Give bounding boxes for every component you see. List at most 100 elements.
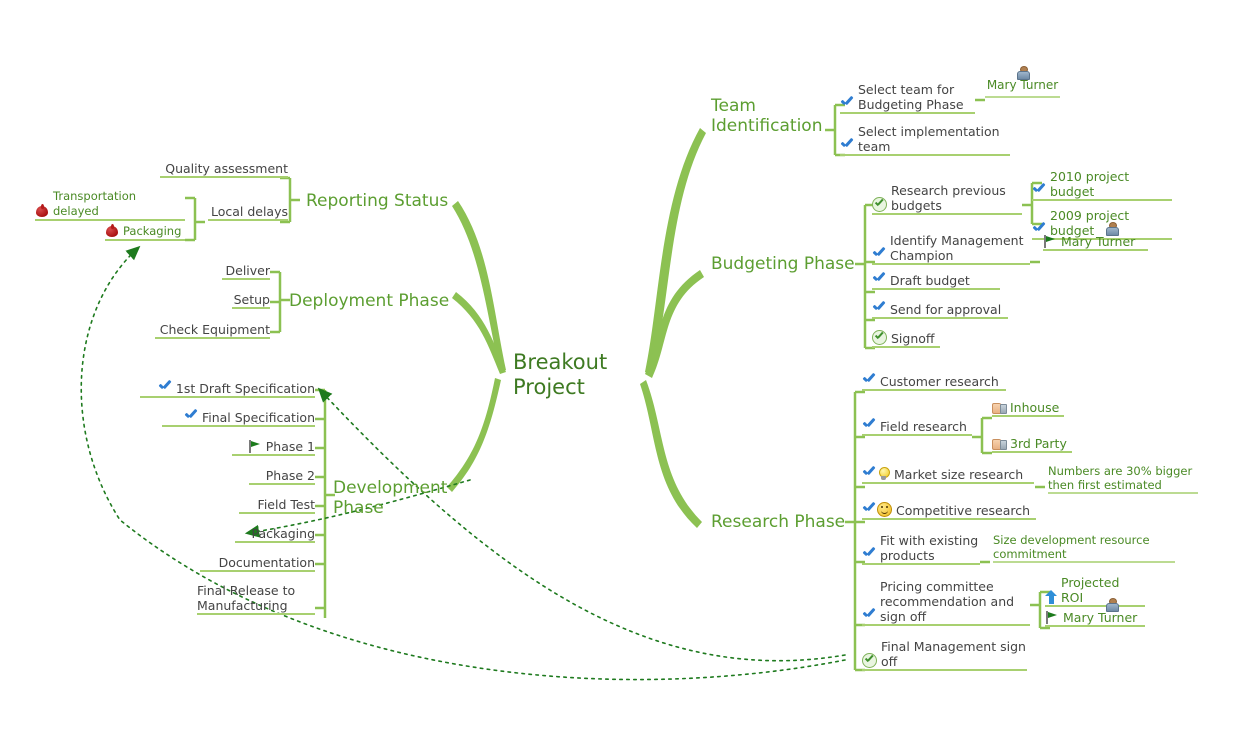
avatar-icon	[1105, 222, 1119, 236]
note-fit-existing: Size development resource commitment	[993, 533, 1175, 563]
leaf-icons	[840, 97, 854, 112]
branch-label-budgeting-phase[interactable]: Budgeting Phase	[711, 254, 855, 274]
leaf-phase-1[interactable]: Phase 1	[232, 439, 315, 456]
leaf-local-delays[interactable]: Local delays	[208, 204, 288, 221]
leaf-phase-2[interactable]: Phase 2	[249, 468, 315, 485]
leaf-icons	[862, 374, 876, 389]
leaf-deliver[interactable]: Deliver	[222, 263, 270, 280]
leaf-mary-turner-budgeting[interactable]: Mary Turner	[1043, 222, 1148, 251]
leaf-label: 2010 project budget	[1050, 169, 1130, 199]
leaf-3rd-party[interactable]: 3rd Party	[992, 436, 1072, 453]
leaf-send-for-approval[interactable]: Send for approval	[872, 302, 1008, 319]
leaf-draft-budget[interactable]: Draft budget	[872, 273, 1000, 290]
leaf-label: Packaging	[251, 526, 315, 541]
leaf-1st-draft-specification[interactable]: 1st Draft Specification	[140, 381, 315, 398]
leaf-field-research[interactable]: Field research	[862, 419, 972, 436]
check-blue-icon	[862, 503, 876, 517]
check-blue-icon	[862, 548, 876, 562]
thumbs-up-icon	[992, 400, 1007, 414]
branch-label-research-phase[interactable]: Research Phase	[711, 512, 845, 532]
check-blue-icon	[184, 410, 198, 424]
leaf-check-equipment[interactable]: Check Equipment	[155, 322, 270, 339]
leaf-signoff[interactable]: Signoff	[872, 330, 940, 348]
leaf-label: 1st Draft Specification	[175, 381, 315, 396]
leaf-icons	[1045, 611, 1059, 625]
leaf-final-specification[interactable]: Final Specification	[162, 410, 315, 427]
leaf-packaging-reporting[interactable]: Packaging	[105, 224, 185, 241]
leaf-competitive-research[interactable]: Competitive research	[862, 502, 1036, 520]
leaf-icons	[158, 381, 172, 396]
leaf-icons	[862, 467, 890, 482]
leaf-select-implementation-team[interactable]: Select implementation team	[840, 124, 1010, 156]
leaf-label: Final Management sign off	[881, 639, 1026, 669]
underline-mary-turner-team	[985, 96, 1060, 98]
leaf-documentation[interactable]: Documentation	[200, 555, 315, 572]
leaf-icons	[35, 204, 49, 219]
check-blue-icon	[872, 248, 886, 262]
leaf-icons	[184, 410, 198, 425]
leaf-quality-assessment[interactable]: Quality assessment	[160, 161, 288, 178]
leaf-inhouse[interactable]: Inhouse	[992, 400, 1064, 417]
leaf-label: Competitive research	[896, 503, 1031, 518]
leaf-icons	[862, 548, 876, 563]
leaf-label: Setup	[233, 292, 270, 307]
leaf-icons	[872, 273, 886, 288]
root-node[interactable]: Breakout Project	[513, 350, 607, 400]
ok-circle-icon	[872, 330, 887, 345]
leaf-label: Field Test	[257, 497, 315, 512]
check-blue-icon	[840, 139, 854, 153]
leaf-label: Draft budget	[890, 273, 970, 288]
leaf-fit-with-existing-products[interactable]: Fit with existing products	[862, 533, 980, 565]
leaf-label: Field research	[880, 419, 967, 434]
leaf-customer-research[interactable]: Customer research	[862, 374, 1006, 391]
avatar-icon	[1105, 598, 1119, 612]
leaf-icons	[862, 653, 877, 669]
leaf-label: Quality assessment	[165, 161, 288, 176]
branch-label-reporting-status[interactable]: Reporting Status	[306, 191, 448, 211]
leaf-label: Research previous budgets	[891, 183, 1006, 213]
branch-label-development-phase[interactable]: Development Phase	[333, 478, 447, 518]
flag-icon	[1045, 611, 1059, 624]
leaf-mary-turner-pricing[interactable]: Mary Turner	[1045, 598, 1150, 627]
check-blue-icon	[872, 273, 886, 287]
leaf-label: Transportation delayed	[53, 189, 137, 218]
leaf-2010-project-budget[interactable]: 2010 project budget	[1032, 169, 1172, 201]
leaf-label: Identify Management Champion	[890, 233, 1024, 263]
leaf-field-test[interactable]: Field Test	[239, 497, 315, 514]
check-blue-icon	[862, 609, 876, 623]
leaf-pricing-committee[interactable]: Pricing committee recommendation and sig…	[862, 579, 1030, 626]
leaf-select-team-budgeting[interactable]: Select team for Budgeting Phase	[840, 82, 975, 114]
ok-circle-icon	[872, 197, 887, 212]
leaf-icons	[862, 502, 892, 518]
leaf-icons	[992, 400, 1007, 415]
leaf-final-management-sign-off[interactable]: Final Management sign off	[862, 639, 1027, 671]
leaf-transportation-delayed[interactable]: Transportation delayed	[35, 189, 185, 221]
leaf-final-release-to-manufacturing[interactable]: Final Release to Manufacturing	[197, 583, 315, 615]
leaf-mary-turner-team[interactable]: Mary Turner	[985, 66, 1060, 92]
leaf-icons	[862, 609, 876, 624]
leaf-icons	[1032, 184, 1046, 199]
branch-label-deployment-phase[interactable]: Deployment Phase	[289, 291, 449, 311]
leaf-market-size-research[interactable]: Market size research	[862, 467, 1034, 484]
flag-icon	[248, 440, 262, 453]
leaf-label: Local delays	[210, 204, 288, 219]
check-blue-icon	[872, 302, 886, 316]
person-name: Mary Turner	[1061, 234, 1136, 249]
check-blue-icon	[158, 381, 172, 395]
leaf-label: Packaging	[123, 224, 182, 238]
thumbs-up-icon	[992, 436, 1007, 450]
leaf-label: Final Release to Manufacturing	[197, 583, 296, 613]
leaf-label: Phase 1	[265, 439, 315, 454]
leaf-setup[interactable]: Setup	[232, 292, 270, 309]
leaf-label: Deliver	[225, 263, 271, 278]
branch-label-team-identification[interactable]: Team Identification	[711, 96, 822, 136]
check-blue-icon	[840, 97, 854, 111]
ok-circle-icon	[862, 653, 877, 668]
avatar-icon	[1016, 66, 1030, 80]
leaf-icons	[992, 436, 1007, 451]
note-market-size: Numbers are 30% bigger then first estima…	[1048, 464, 1198, 494]
leaf-research-previous-budgets[interactable]: Research previous budgets	[872, 183, 1022, 215]
leaf-packaging-development[interactable]: Packaging	[235, 526, 315, 543]
leaf-label: Send for approval	[890, 302, 1002, 317]
leaf-identify-management-champion[interactable]: Identify Management Champion	[872, 233, 1030, 265]
